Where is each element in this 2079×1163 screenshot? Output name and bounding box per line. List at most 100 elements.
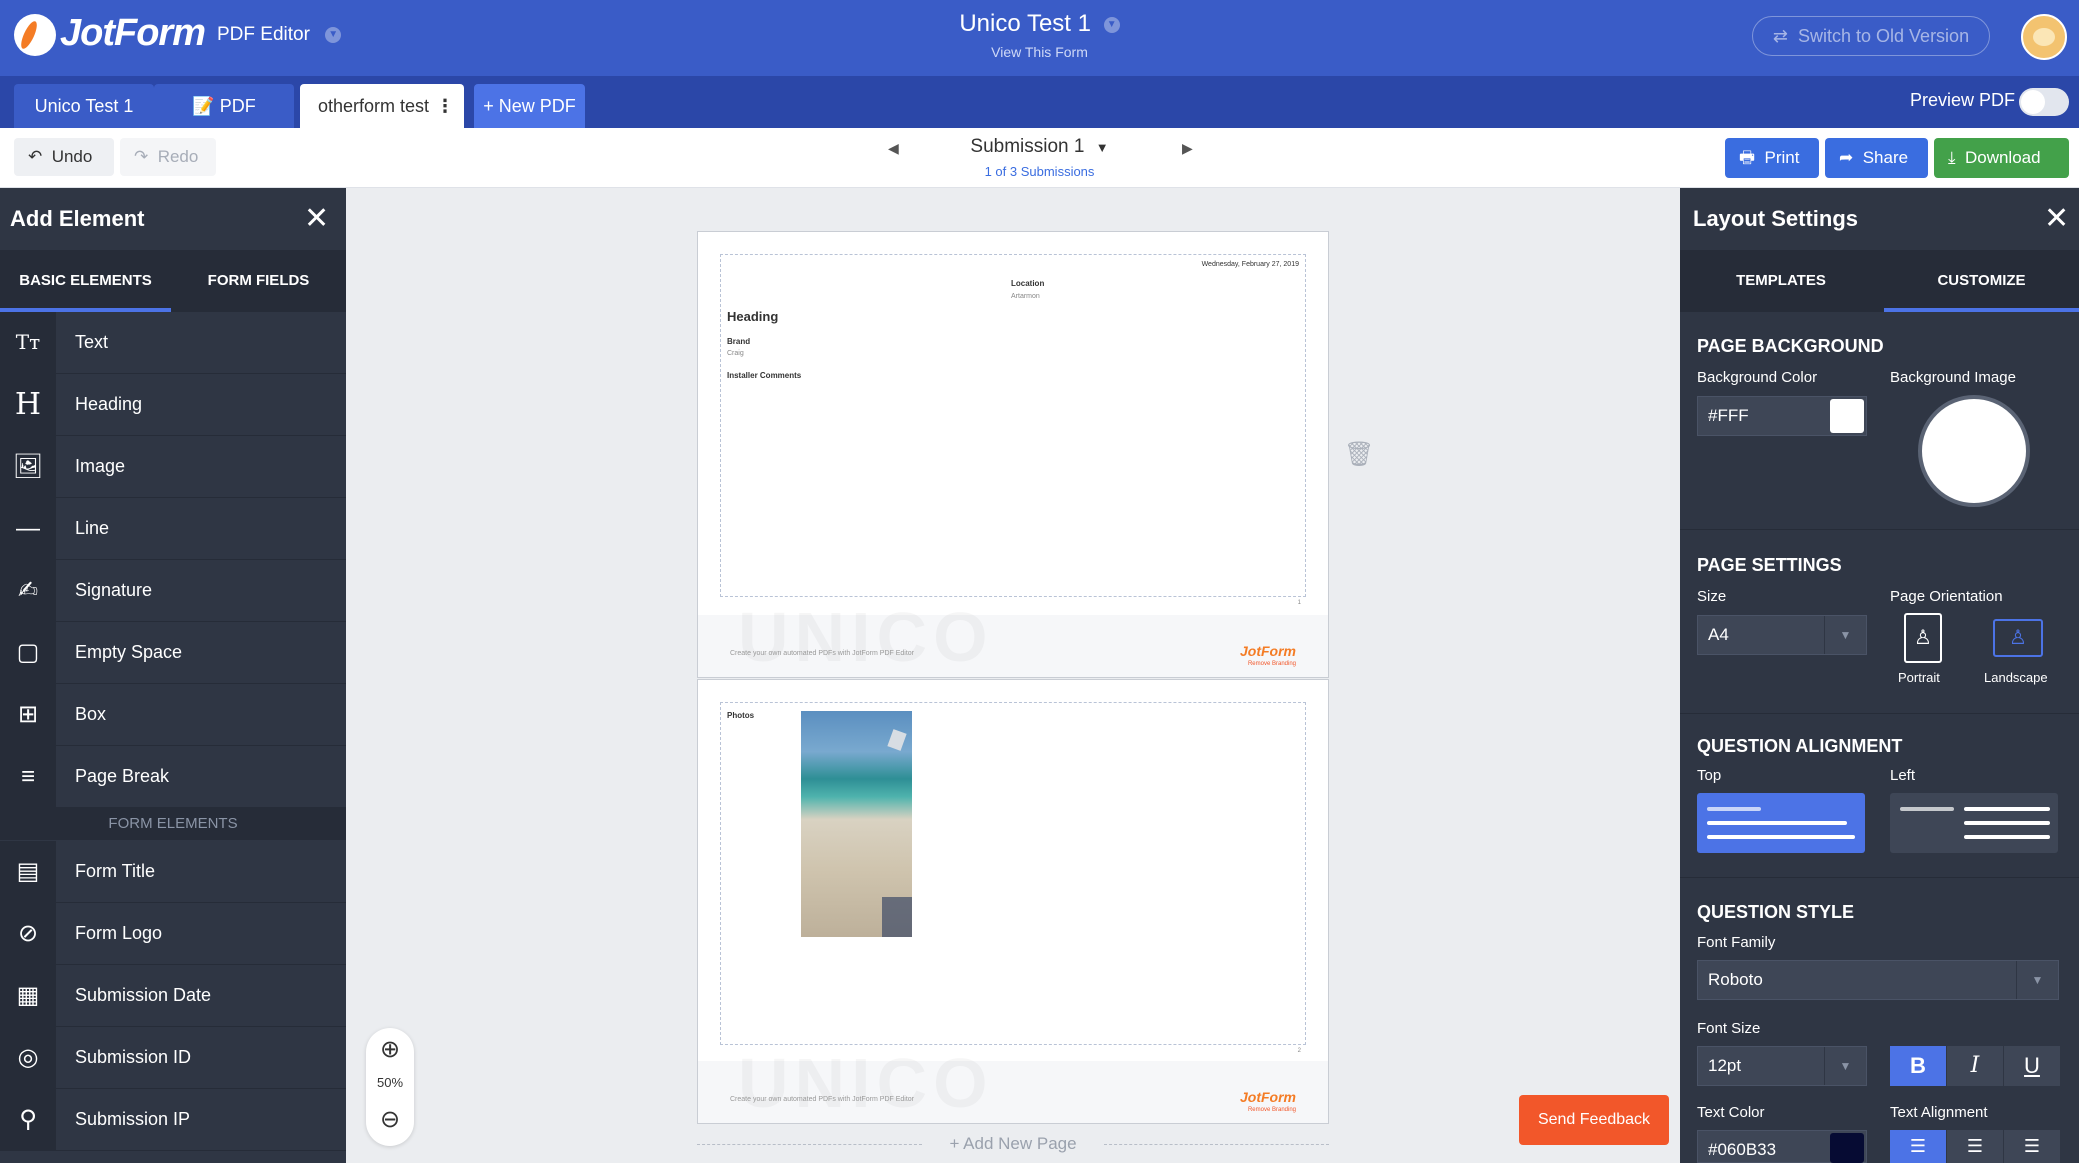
switch-old-version-button[interactable]: ⇄ Switch to Old Version: [1752, 16, 1990, 56]
page-size-select[interactable]: A4 ▼: [1697, 615, 1867, 655]
page-settings-title: PAGE SETTINGS: [1697, 555, 1842, 575]
heading-element[interactable]: Heading: [727, 309, 778, 324]
location-pin-icon: ⚲: [0, 1089, 56, 1150]
tab-form-fields[interactable]: FORM FIELDS: [173, 250, 344, 312]
element-form-logo[interactable]: ⊘ Form Logo: [0, 903, 346, 965]
text-icon: Tт: [0, 312, 56, 373]
align-left-text-button[interactable]: ☰: [1890, 1130, 1946, 1163]
element-text[interactable]: Tт Text: [0, 312, 346, 374]
background-color-input[interactable]: #FFF: [1697, 396, 1867, 436]
caret-down-icon: ▼: [1095, 140, 1109, 155]
underline-button[interactable]: U: [2004, 1046, 2060, 1086]
brand-value: Craig: [727, 350, 744, 357]
pdf-page-1[interactable]: Wednesday, February 27, 2019 Location Ar…: [697, 231, 1329, 678]
background-image-picker[interactable]: [1918, 395, 2030, 507]
page-footer: UNICO Create your own automated PDFs wit…: [698, 615, 1328, 677]
element-submission-date[interactable]: ▦ Submission Date: [0, 965, 346, 1027]
remove-branding-link[interactable]: Remove Branding: [1248, 1107, 1296, 1113]
new-pdf-button[interactable]: + New PDF: [474, 84, 585, 128]
chevron-down-icon: ▼: [2016, 961, 2058, 999]
close-icon[interactable]: ✕: [2044, 204, 2069, 234]
element-page-break[interactable]: ≡ Page Break: [0, 746, 346, 808]
send-feedback-button[interactable]: Send Feedback: [1519, 1095, 1669, 1145]
text-color-swatch[interactable]: [1830, 1133, 1864, 1163]
element-form-title[interactable]: ▤ Form Title: [0, 841, 346, 903]
photos-label[interactable]: Photos: [727, 711, 754, 720]
element-heading[interactable]: H Heading: [0, 374, 346, 436]
align-center-icon: ☰: [1966, 1136, 1984, 1156]
bold-button[interactable]: B: [1890, 1046, 1946, 1086]
submission-label: Submission 1: [970, 136, 1085, 157]
view-form-label[interactable]: View This Form: [991, 44, 1088, 60]
page-content-area[interactable]: Wednesday, February 27, 2019 Location Ar…: [720, 254, 1306, 606]
element-label: Submission IP: [75, 1109, 191, 1129]
trash-icon[interactable]: 🗑: [1344, 440, 1374, 469]
align-right-icon: ☰: [2023, 1136, 2041, 1156]
print-button[interactable]: 🖶 Print: [1725, 138, 1819, 178]
element-empty-space[interactable]: ▢ Empty Space: [0, 622, 346, 684]
text-color-value: #060B33: [1708, 1140, 1777, 1159]
element-label: Signature: [75, 580, 153, 600]
new-pdf-label: + New PDF: [483, 96, 576, 116]
tab-basic-elements[interactable]: BASIC ELEMENTS: [0, 250, 171, 312]
portrait-button[interactable]: ♙: [1904, 613, 1942, 663]
element-image[interactable]: 🖼 Image: [0, 436, 346, 498]
pdf-page-2[interactable]: Photos 2 UNICO Create your own automated…: [697, 679, 1329, 1124]
page-background-title: PAGE BACKGROUND: [1697, 336, 1884, 356]
italic-button[interactable]: I: [1947, 1046, 2003, 1086]
element-signature[interactable]: ✍ Signature: [0, 560, 346, 622]
installer-comments-label[interactable]: Installer Comments: [727, 371, 801, 380]
more-options-icon[interactable]: ⋮: [436, 84, 454, 128]
element-label: Form Logo: [75, 923, 163, 943]
remove-branding-link[interactable]: Remove Branding: [1248, 661, 1296, 667]
submission-date-text[interactable]: Wednesday, February 27, 2019: [1202, 261, 1299, 268]
location-label[interactable]: Location: [1011, 279, 1044, 288]
tab-templates[interactable]: TEMPLATES: [1680, 250, 1882, 312]
question-alignment-title: QUESTION ALIGNMENT: [1697, 736, 1903, 756]
font-size-value: 12pt: [1708, 1056, 1742, 1075]
element-submission-ip[interactable]: ⚲ Submission IP: [0, 1089, 346, 1151]
alignment-bar: [1964, 835, 2050, 839]
box-icon: ⊞: [0, 684, 56, 745]
element-label: Heading: [75, 394, 143, 414]
landscape-label: Landscape: [1984, 670, 2048, 685]
zoom-out-icon[interactable]: ⊖: [376, 1106, 404, 1134]
add-new-page-button[interactable]: + Add New Page: [697, 1134, 1329, 1154]
tab-pdf-form[interactable]: 📝 PDF Form: [154, 84, 294, 160]
font-size-select[interactable]: 12pt ▼: [1697, 1046, 1867, 1086]
tab-unico-test-1[interactable]: Unico Test 1: [14, 84, 154, 128]
switch-old-version-label: Switch to Old Version: [1798, 26, 1970, 46]
italic-label: I: [1970, 1053, 1980, 1078]
underline-label: U: [2024, 1053, 2040, 1078]
element-line[interactable]: — Line: [0, 498, 346, 560]
brand-label[interactable]: Brand: [727, 337, 750, 346]
preview-pdf-toggle[interactable]: [2019, 88, 2069, 116]
next-submission-arrow-icon[interactable]: ▶: [1182, 140, 1193, 157]
background-color-swatch[interactable]: [1830, 399, 1864, 433]
close-icon[interactable]: ✕: [304, 204, 329, 234]
align-left-option[interactable]: [1890, 793, 2058, 853]
align-center-text-button[interactable]: ☰: [1947, 1130, 2003, 1163]
element-label: Image: [75, 456, 126, 476]
align-right-text-button[interactable]: ☰: [2004, 1130, 2060, 1163]
heading-icon: H: [0, 374, 56, 435]
align-top-option[interactable]: [1697, 793, 1865, 853]
photo-detail: [887, 729, 907, 751]
user-avatar[interactable]: [2021, 14, 2067, 60]
font-family-select[interactable]: Roboto ▼: [1697, 960, 2059, 1000]
tab-otherform-test[interactable]: otherform test ⋮: [300, 84, 464, 128]
tab-label: Unico Test 1: [34, 96, 134, 116]
tab-customize[interactable]: CUSTOMIZE: [1884, 250, 2079, 312]
landscape-button[interactable]: ♙: [1993, 619, 2043, 657]
page-size-value: A4: [1708, 625, 1729, 644]
text-color-input[interactable]: #060B33: [1697, 1130, 1867, 1163]
element-label: Page Break: [75, 766, 170, 786]
download-button[interactable]: ⤓ Download: [1934, 138, 2069, 178]
page-number: 1: [1297, 600, 1301, 606]
share-button[interactable]: ➦ Share: [1825, 138, 1928, 178]
page-content-area[interactable]: Photos 2: [720, 702, 1306, 1054]
element-submission-id[interactable]: ◎ Submission ID: [0, 1027, 346, 1089]
beach-photo[interactable]: [801, 711, 912, 937]
element-box[interactable]: ⊞ Box: [0, 684, 346, 746]
zoom-in-icon[interactable]: ⊕: [376, 1036, 404, 1064]
